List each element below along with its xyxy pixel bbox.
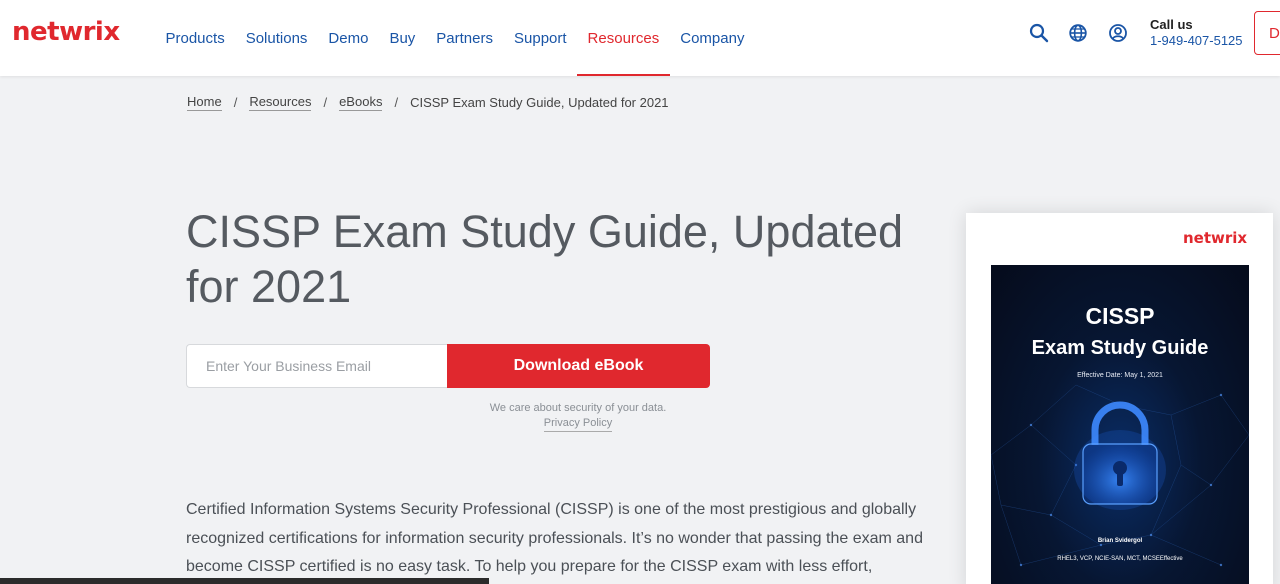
email-input[interactable] [186, 344, 448, 388]
breadcrumb-resources[interactable]: Resources [249, 94, 312, 111]
demo-button[interactable]: D [1254, 11, 1280, 55]
page-title: CISSP Exam Study Guide, Updated for 2021 [186, 206, 904, 312]
cover-credentials: RHEL3, VCP, NCIE-SAN, MCT, MCSEEffective [1057, 556, 1183, 562]
site-header: netwrix Products Solutions Demo Buy Part… [0, 0, 1280, 76]
breadcrumb-ebooks[interactable]: eBooks [339, 94, 383, 111]
breadcrumb: Home / Resources / eBooks / CISSP Exam S… [187, 94, 669, 111]
nav-solutions[interactable]: Solutions [235, 0, 318, 76]
main-nav: Products Solutions Demo Buy Partners Sup… [155, 0, 755, 76]
bottom-overlay-bar [0, 578, 489, 584]
cover-title: CISSP [1085, 303, 1155, 329]
netwrix-logo[interactable]: netwrix [12, 17, 120, 47]
call-us-label: Call us [1150, 17, 1193, 32]
cover-subtitle: Exam Study Guide [1031, 337, 1209, 359]
nav-company[interactable]: Company [670, 0, 755, 76]
nav-support[interactable]: Support [504, 0, 578, 76]
nav-demo[interactable]: Demo [318, 0, 379, 76]
nav-products[interactable]: Products [155, 0, 235, 76]
privacy-note-text: We care about security of your data. [489, 402, 667, 414]
cover-author: Brian Svidergol [1097, 538, 1143, 544]
privacy-policy-link[interactable]: Privacy Policy [543, 416, 613, 432]
padlock-icon [1074, 401, 1166, 510]
download-ebook-button[interactable]: Download eBook [447, 344, 710, 388]
user-icon[interactable] [1108, 23, 1128, 43]
breadcrumb-separator: / [394, 95, 399, 110]
intro-paragraph: Certified Information Systems Security P… [186, 501, 923, 575]
nav-resources[interactable]: Resources [577, 0, 670, 76]
call-us: Call us 1-949-407-5125 [1150, 17, 1243, 49]
globe-icon[interactable] [1068, 23, 1088, 43]
breadcrumb-home[interactable]: Home [187, 94, 222, 111]
breadcrumb-separator: / [233, 95, 238, 110]
cover-date: Effective Date: May 1, 2021 [1077, 372, 1163, 379]
breadcrumb-separator: / [323, 95, 328, 110]
breadcrumb-current: CISSP Exam Study Guide, Updated for 2021 [410, 95, 669, 110]
search-icon[interactable] [1029, 23, 1049, 43]
phone-link[interactable]: 1-949-407-5125 [1150, 33, 1243, 49]
cover-card-logo: netwrix [1183, 229, 1248, 247]
privacy-note: We care about security of your data. Pri… [448, 401, 708, 432]
nav-partners[interactable]: Partners [426, 0, 504, 76]
nav-buy[interactable]: Buy [379, 0, 426, 76]
